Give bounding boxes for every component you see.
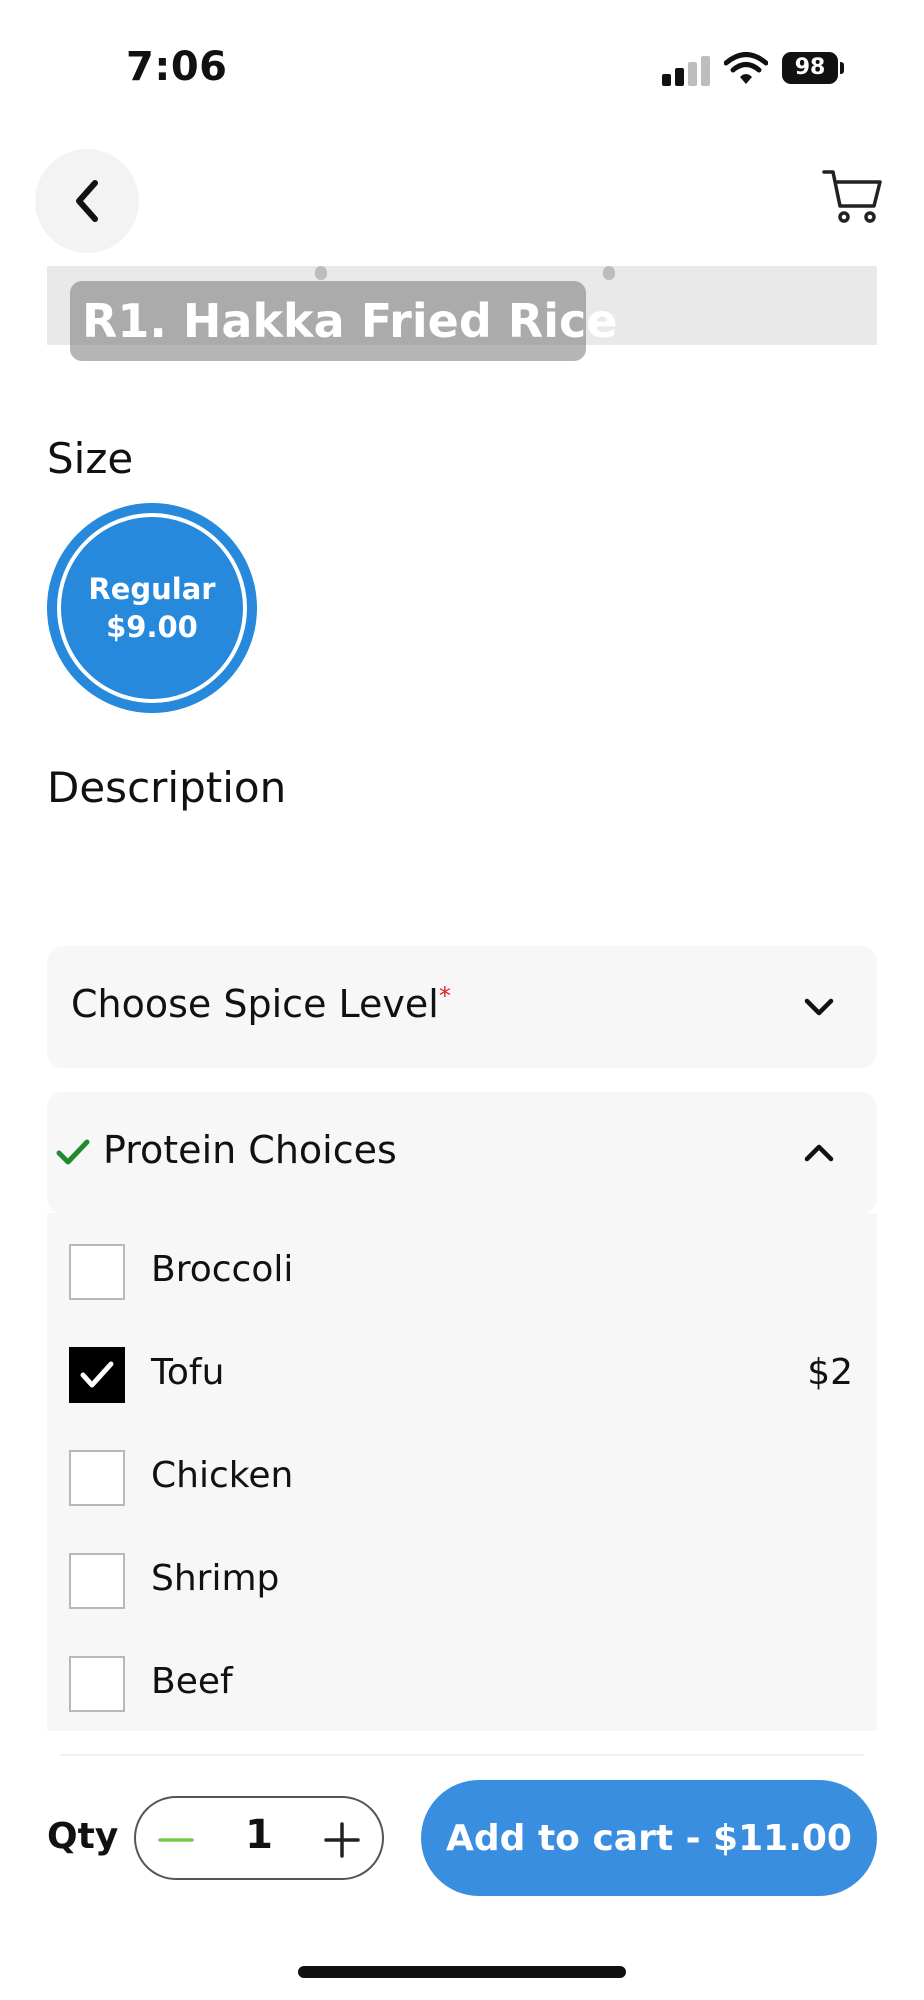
size-option-regular[interactable]: Regular $9.00 — [47, 503, 257, 713]
plus-icon[interactable] — [320, 1818, 364, 1862]
option-price: $2 — [807, 1352, 853, 1393]
option-label: Broccoli — [151, 1249, 294, 1290]
chevron-up-icon — [804, 1144, 834, 1162]
wifi-icon — [723, 52, 769, 86]
option-row-shrimp[interactable]: Shrimp — [47, 1543, 877, 1623]
checkbox[interactable] — [69, 1244, 125, 1300]
description-heading: Description — [47, 763, 287, 812]
option-label: Tofu — [151, 1352, 225, 1393]
option-row-broccoli[interactable]: Broccoli — [47, 1234, 877, 1314]
cart-button[interactable] — [820, 164, 884, 228]
option-row-beef[interactable]: Beef — [47, 1646, 877, 1726]
add-to-cart-button[interactable]: Add to cart - $11.00 — [421, 1780, 877, 1896]
footer-divider — [60, 1754, 864, 1756]
option-label: Beef — [151, 1661, 233, 1702]
size-option-price: $9.00 — [106, 610, 198, 644]
back-button[interactable] — [35, 149, 139, 253]
spice-level-label: Choose Spice Level — [71, 982, 439, 1026]
spice-level-accordion[interactable]: Choose Spice Level* — [47, 946, 877, 1068]
option-label: Chicken — [151, 1455, 294, 1496]
cellular-signal-icon — [662, 56, 710, 86]
quantity-stepper[interactable]: 1 — [134, 1796, 384, 1880]
battery-level: 98 — [782, 52, 838, 84]
item-title: R1. Hakka Fried Rice — [70, 281, 617, 361]
checkbox[interactable] — [69, 1656, 125, 1712]
protein-choices-label: Protein Choices — [103, 1128, 397, 1172]
chevron-left-icon — [76, 180, 98, 222]
option-label: Shrimp — [151, 1558, 280, 1599]
option-row-tofu[interactable]: Tofu $2 — [47, 1337, 877, 1417]
chevron-down-icon — [804, 998, 834, 1016]
checkbox-checked[interactable] — [69, 1347, 125, 1403]
required-marker: * — [438, 982, 451, 1010]
check-icon — [80, 1361, 114, 1388]
checkbox[interactable] — [69, 1450, 125, 1506]
protein-choices-accordion[interactable]: Protein Choices — [47, 1092, 877, 1214]
home-indicator[interactable] — [298, 1966, 626, 1978]
option-row-chicken[interactable]: Chicken — [47, 1440, 877, 1520]
protein-options-list: Broccoli Tofu $2 Chicken Shrimp Beef — [47, 1213, 877, 1731]
checkbox[interactable] — [69, 1553, 125, 1609]
qty-label: Qty — [47, 1816, 119, 1857]
checkmark-icon — [56, 1139, 90, 1165]
cart-icon — [822, 170, 882, 223]
status-time: 7:06 — [126, 44, 228, 90]
battery-icon: 98 — [782, 52, 844, 84]
size-heading: Size — [47, 434, 134, 483]
size-option-name: Regular — [88, 572, 216, 606]
